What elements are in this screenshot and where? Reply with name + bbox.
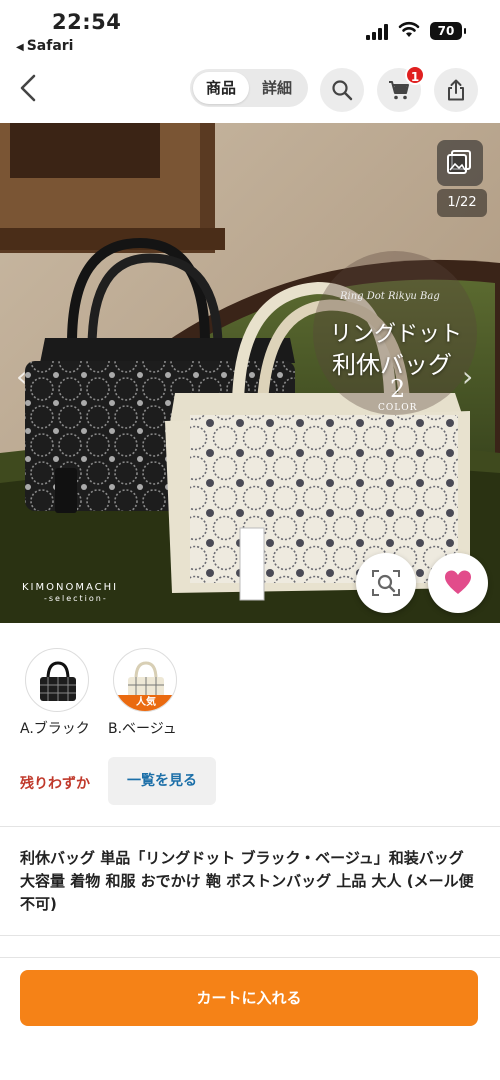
cellular-signal-icon	[366, 24, 390, 40]
overlay-script-text: Ring Dot Rikyu Bag	[340, 291, 440, 302]
share-button[interactable]	[434, 68, 478, 112]
status-time: 22:54	[52, 10, 122, 34]
gallery-button[interactable]	[437, 140, 483, 186]
popular-badge: 人気	[114, 695, 176, 711]
search-icon	[332, 80, 353, 101]
add-to-cart-button[interactable]: カートに入れる	[20, 970, 478, 1026]
variant-black-thumbnail	[25, 648, 89, 712]
back-chevron-icon[interactable]	[14, 70, 44, 106]
cart-count-badge: 1	[405, 65, 425, 85]
image-counter: 1/22	[437, 189, 487, 217]
image-search-button[interactable]	[356, 553, 416, 613]
battery-indicator: 70	[430, 22, 466, 40]
overlay-title: リングドット	[330, 322, 463, 347]
cart-icon	[389, 81, 409, 100]
variant-beige-label: B.ベージュ	[108, 721, 177, 737]
stock-status: 残りわずか	[20, 776, 90, 792]
gallery-icon	[447, 150, 471, 174]
view-list-button[interactable]: 一覧を見る	[108, 757, 216, 805]
back-to-safari-link[interactable]: ◀ Safari	[16, 38, 73, 54]
brand-watermark-sub: -selection-	[44, 594, 108, 603]
product-title: 利休バッグ 単品「リングドット ブラック・ベージュ」和装バッグ 大容量 着物 和…	[20, 849, 474, 913]
overlay-color-count: 2	[390, 375, 406, 403]
divider	[0, 935, 500, 936]
divider	[0, 826, 500, 827]
heart-icon	[445, 570, 471, 594]
tab-details[interactable]: 詳細	[249, 72, 305, 104]
nav-bar: 商品 詳細 1	[0, 60, 500, 118]
image-search-icon	[372, 570, 400, 596]
tab-switcher: 商品 詳細	[190, 69, 308, 107]
color-variants: A.ブラック 人気 B.ベージュ	[0, 646, 500, 746]
favorite-button[interactable]	[428, 553, 488, 613]
variant-black-label: A.ブラック	[20, 721, 90, 737]
next-image-arrow[interactable]: ›	[462, 360, 473, 393]
tab-product[interactable]: 商品	[193, 72, 249, 104]
variant-beige-thumbnail: 人気	[113, 648, 177, 712]
overlay-color-label: COLOR	[378, 403, 418, 413]
divider	[0, 957, 500, 958]
product-image-carousel[interactable]: Ring Dot Rikyu Bag リングドット 利休バッグ 2 COLOR …	[0, 123, 500, 623]
back-app-label: Safari	[26, 38, 74, 54]
prev-image-arrow[interactable]: ‹	[16, 360, 27, 393]
status-bar: 22:54 ◀ Safari 70	[0, 0, 500, 60]
brand-watermark: KIMONOMACHI	[22, 582, 119, 593]
cart-icon-button[interactable]: 1	[377, 65, 425, 112]
share-icon	[448, 79, 464, 101]
wifi-icon	[398, 21, 420, 37]
search-button[interactable]	[320, 68, 364, 112]
